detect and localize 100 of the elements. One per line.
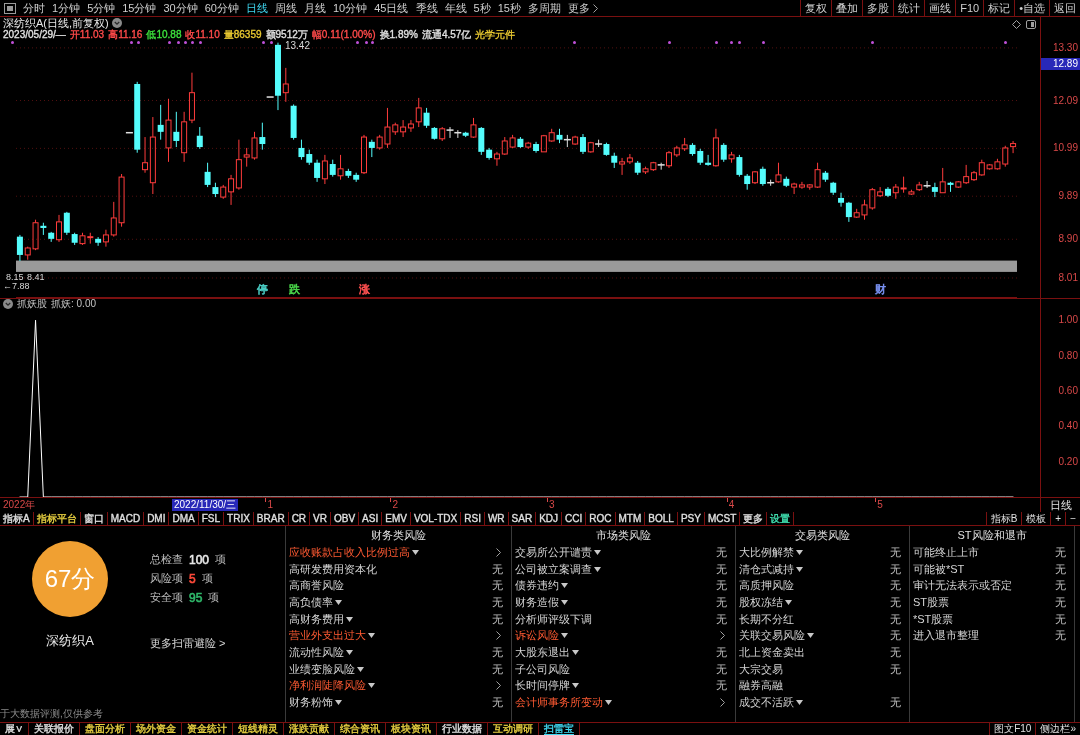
period-tab[interactable]: 月线 [304,2,326,14]
chevron-right-icon[interactable] [496,547,501,557]
caret-down-icon[interactable] [561,633,568,639]
indicator-tab[interactable]: 指标A [0,512,34,525]
bottom-button[interactable]: 图文F10 [989,723,1036,735]
more-scan-link[interactable]: 更多扫雷避险 > [150,635,227,652]
toolbar-button[interactable]: 标记 [983,0,1015,16]
period-tab[interactable]: 5秒 [473,2,491,14]
indicator-tab[interactable]: KDJ [536,512,563,525]
indicator-tab[interactable]: BRAR [253,512,289,525]
indicator-tab[interactable]: CCI [562,512,587,525]
indicator-tab[interactable]: EMV [382,512,411,525]
caret-down-icon[interactable] [594,549,601,555]
indicator-tab[interactable]: MCST [704,512,741,525]
indicator-tab[interactable]: 模板 [1021,512,1051,525]
caret-down-icon[interactable] [412,549,419,555]
chevron-right-icon[interactable] [496,681,501,691]
more-button[interactable]: 更多 [567,2,598,14]
caret-down-icon[interactable] [335,700,342,706]
indicator-tab[interactable]: CR [288,512,311,525]
bottom-tab[interactable]: 短线精灵 [233,723,284,735]
indicator-tab[interactable]: 指标B [985,512,1022,525]
period-tab[interactable]: 日线 [246,2,268,14]
indicator-tab[interactable]: 更多 [740,512,768,525]
toolbar-button[interactable]: 多股 [862,0,894,16]
bottom-tab[interactable]: 资金统计 [182,723,233,735]
diamond-icon[interactable] [1012,20,1021,29]
caret-down-icon[interactable] [785,599,792,605]
toolbar-button[interactable]: 复权 [800,0,832,16]
bottom-tab[interactable]: 扫雷宝 [539,723,580,735]
toolbar-button[interactable]: •自选 [1014,0,1049,16]
bottom-tab[interactable]: 关联报价 [29,723,80,735]
caret-down-icon[interactable] [807,633,814,639]
indicator-tab[interactable]: RSI [461,512,485,525]
indicator-tab[interactable]: ASI [359,512,383,525]
indicator-tab[interactable]: PSY [677,512,705,525]
chevron-right-icon[interactable] [496,631,501,641]
caret-down-icon[interactable] [368,633,375,639]
indicator-tab[interactable]: 指标平台 [33,512,81,525]
caret-down-icon[interactable] [561,583,568,589]
toolbar-button[interactable]: 叠加 [831,0,863,16]
indicator-tab[interactable]: DMI [144,512,170,525]
period-tab[interactable]: 周线 [275,2,297,14]
caret-down-icon[interactable] [796,566,803,572]
indicator-tab[interactable]: TRIX [224,512,254,525]
caret-down-icon[interactable] [796,549,803,555]
bottom-tab[interactable]: 互动调研 [488,723,539,735]
caret-down-icon[interactable] [346,649,353,655]
period-tab[interactable]: 1分钟 [52,2,81,14]
period-tab[interactable]: 年线 [444,2,467,14]
indicator-tab[interactable]: − [1065,512,1080,525]
caret-down-icon[interactable] [561,599,568,605]
toolbar-button[interactable]: 统计 [893,0,925,16]
caret-down-icon[interactable] [572,649,579,655]
caret-down-icon[interactable] [335,599,342,605]
period-tab[interactable]: 15秒 [497,2,521,14]
indicator-tab[interactable]: FSL [198,512,225,525]
indicator-tab[interactable]: 窗口 [80,512,108,525]
period-tab[interactable]: 多周期 [527,2,561,14]
caret-down-icon[interactable] [572,683,579,689]
indicator-tab[interactable]: VR [310,512,331,525]
caret-down-icon[interactable] [357,666,364,672]
indicator-tab[interactable]: OBV [331,512,360,525]
period-tab[interactable]: 60分钟 [204,2,239,14]
chevron-right-icon[interactable] [720,631,725,641]
caret-down-icon[interactable] [605,700,612,706]
period-tab[interactable]: 分时 [23,2,45,14]
chevron-right-icon[interactable] [720,698,725,708]
bottom-tab[interactable]: 板块资讯 [386,723,437,735]
indicator-tab[interactable]: WR [484,512,509,525]
period-tab[interactable]: 10分钟 [333,2,368,14]
indicator-tab[interactable]: MACD [107,512,145,525]
period-tab[interactable]: 15分钟 [122,2,157,14]
bottom-tab[interactable]: 场外资金 [131,723,182,735]
bottom-tab[interactable]: 综合资讯 [335,723,386,735]
bottom-tab[interactable]: 展∨ [0,723,29,735]
caret-down-icon[interactable] [368,683,375,689]
indicator-tab[interactable]: MTM [615,512,646,525]
toolbar-button[interactable]: 画线 [924,0,956,16]
bottom-tab[interactable]: 涨跌贡献 [284,723,335,735]
period-tab[interactable]: 45日线 [374,2,409,14]
indicator-tab[interactable]: SAR [508,512,537,525]
period-tab[interactable]: 季线 [415,2,438,14]
indicator-tab[interactable]: VOL-TDX [410,512,462,525]
indicator-tab[interactable]: 设置 [767,512,795,525]
circle-chevron-icon[interactable] [3,299,13,309]
caret-down-icon[interactable] [594,566,601,572]
bottom-tab[interactable]: 行业数据 [437,723,488,735]
indicator-tab[interactable]: + [1050,512,1066,525]
indicator-tab[interactable]: BOLL [645,512,678,525]
toolbar-button[interactable]: 返回 [1049,0,1080,16]
window-icon[interactable] [4,2,16,14]
bottom-button[interactable]: 侧边栏» [1035,723,1080,735]
period-tab[interactable]: 30分钟 [163,2,198,14]
circle-chevron-icon[interactable] [111,18,122,28]
panel-icon[interactable] [1026,20,1036,29]
indicator-tab[interactable]: DMA [169,512,199,525]
period-tab[interactable]: 5分钟 [87,2,116,14]
caret-down-icon[interactable] [796,700,803,706]
bottom-tab[interactable]: 盘面分析 [80,723,131,735]
